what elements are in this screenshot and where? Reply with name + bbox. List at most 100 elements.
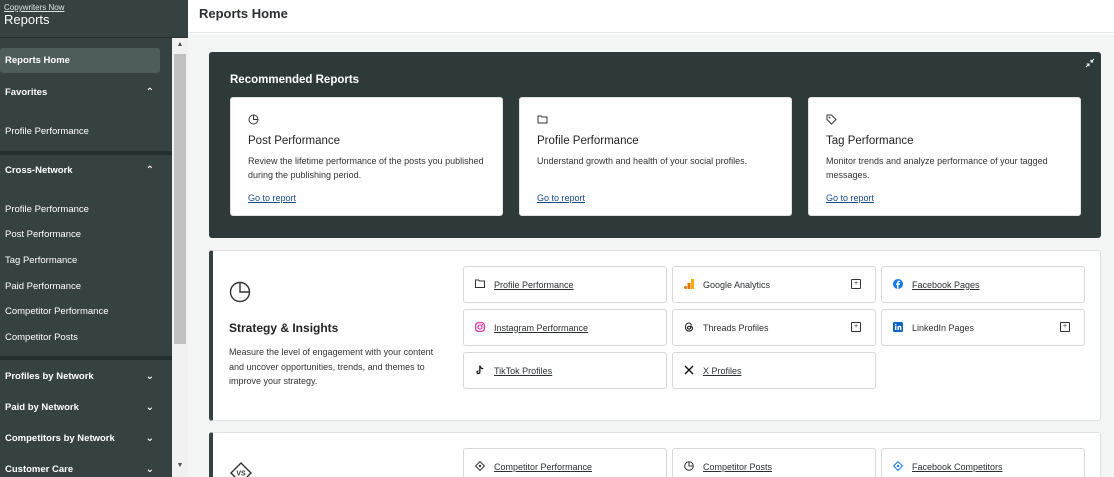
scroll-down-arrow-icon[interactable]: ▼ xyxy=(172,462,188,469)
sidebar-section-favorites[interactable]: Favorites ⌃ xyxy=(0,81,172,103)
link-label: Competitor Posts xyxy=(703,461,773,472)
scrollbar-thumb[interactable] xyxy=(174,54,186,344)
chevron-down-icon: ⌄ xyxy=(145,401,154,413)
org-link[interactable]: Copywriters Now xyxy=(4,3,184,12)
card-title: Profile Performance xyxy=(537,135,639,147)
sidebar-item-label: Competitor Posts xyxy=(5,331,78,343)
link-label: Competitor Performance xyxy=(494,461,593,472)
recommended-title: Recommended Reports xyxy=(230,74,360,86)
page-title: Reports Home xyxy=(199,6,288,21)
chevron-down-icon: ⌄ xyxy=(145,370,154,382)
sidebar-item-competitor-posts[interactable]: Competitor Posts xyxy=(0,326,172,348)
threads-icon xyxy=(683,321,695,334)
app-title: Reports xyxy=(4,12,50,27)
sidebar-section-profiles-by-network[interactable]: Profiles by Network ⌄ xyxy=(0,365,172,387)
link-facebook-pages[interactable]: Facebook Pages xyxy=(881,266,1085,303)
link-linkedin-pages[interactable]: LinkedIn Pages + xyxy=(881,309,1085,346)
sidebar-item-fav-profile-performance[interactable]: Profile Performance xyxy=(0,120,172,142)
pie-chart-icon xyxy=(683,460,695,473)
section-label: Customer Care xyxy=(5,463,74,475)
section-label: Favorites xyxy=(5,86,48,98)
link-google-analytics[interactable]: Google Analytics + xyxy=(672,266,876,303)
sidebar-item-competitor-performance[interactable]: Competitor Performance xyxy=(0,300,172,322)
link-label: Profile Performance xyxy=(494,279,574,290)
go-to-report-link[interactable]: Go to report xyxy=(826,193,874,203)
sidebar-section-cross-network[interactable]: Cross-Network ⌃ xyxy=(0,159,172,181)
chevron-up-icon: ⌃ xyxy=(145,86,154,98)
sidebar-item-label: Reports Home xyxy=(5,55,70,66)
link-label: Facebook Pages xyxy=(912,279,980,290)
recommended-card-tag-performance: Tag Performance Monitor trends and analy… xyxy=(808,97,1081,216)
external-link-icon: + xyxy=(851,322,861,332)
link-instagram-performance[interactable]: Instagram Performance xyxy=(463,309,667,346)
facebook-competitor-icon xyxy=(892,460,904,473)
tiktok-icon xyxy=(474,365,486,377)
sidebar-item-label: Paid Performance xyxy=(5,280,82,292)
section-label: Cross-Network xyxy=(5,164,73,176)
link-competitor-performance[interactable]: Competitor Performance xyxy=(463,448,667,477)
external-link-icon: + xyxy=(1060,322,1070,332)
section-label: Competitors by Network xyxy=(5,432,115,444)
facebook-icon xyxy=(892,278,904,291)
link-threads-profiles[interactable]: Threads Profiles + xyxy=(672,309,876,346)
nav-divider xyxy=(0,356,172,360)
sidebar-item-reports-home[interactable]: Reports Home xyxy=(0,48,160,73)
section-label: Paid by Network xyxy=(5,401,79,413)
section-title: Strategy & Insights xyxy=(229,321,339,335)
link-tiktok-profiles[interactable]: TikTok Profiles xyxy=(463,352,667,389)
chevron-down-icon: ⌄ xyxy=(145,432,154,444)
link-competitor-posts[interactable]: Competitor Posts xyxy=(672,448,876,477)
sidebar-section-competitors-by-network[interactable]: Competitors by Network ⌄ xyxy=(0,427,172,449)
sidebar-item-label: Tag Performance xyxy=(5,254,78,266)
sidebar-item-label: Profile Performance xyxy=(5,125,89,137)
link-profile-performance[interactable]: Profile Performance xyxy=(463,266,667,303)
card-description: Understand growth and health of your soc… xyxy=(537,156,748,166)
sidebar-item-label: Profile Performance xyxy=(5,203,89,215)
sidebar-section-paid-by-network[interactable]: Paid by Network ⌄ xyxy=(0,396,172,418)
main-content: Recommended Reports Post Performance Rev… xyxy=(188,34,1114,477)
recommended-card-post-performance: Post Performance Review the lifetime per… xyxy=(230,97,503,216)
nav-divider xyxy=(0,151,172,155)
link-label: LinkedIn Pages xyxy=(912,322,975,333)
google-analytics-icon xyxy=(683,278,695,291)
sidebar-item-label: Post Performance xyxy=(5,228,82,240)
sidebar-item-tag-performance[interactable]: Tag Performance xyxy=(0,249,172,271)
link-label: Google Analytics xyxy=(703,279,771,290)
link-label: TikTok Profiles xyxy=(494,365,553,376)
section-label: Profiles by Network xyxy=(5,370,94,382)
recommended-card-profile-performance: Profile Performance Understand growth an… xyxy=(519,97,792,216)
sidebar-section-customer-care[interactable]: Customer Care ⌄ xyxy=(0,458,172,477)
link-facebook-competitors[interactable]: Facebook Competitors xyxy=(881,448,1085,477)
card-description: Review the lifetime performance of the p… xyxy=(248,156,484,180)
card-title: Tag Performance xyxy=(826,135,914,147)
link-x-profiles[interactable]: X Profiles xyxy=(672,352,876,389)
chevron-up-icon: ⌃ xyxy=(145,164,154,176)
card-title: Post Performance xyxy=(248,135,341,147)
sidebar-item-profile-performance[interactable]: Profile Performance xyxy=(0,198,172,220)
sidebar-item-label: Competitor Performance xyxy=(5,305,109,317)
link-label: Instagram Performance xyxy=(494,322,589,333)
folder-icon xyxy=(537,114,548,127)
go-to-report-link[interactable]: Go to report xyxy=(248,193,296,203)
sidebar-scrollbar[interactable]: ▲ ▼ xyxy=(172,38,188,477)
tag-icon xyxy=(826,114,837,128)
section-description: Measure the level of engagement with you… xyxy=(229,347,434,386)
recommended-reports-panel: Recommended Reports Post Performance Rev… xyxy=(209,52,1101,238)
link-label: Facebook Competitors xyxy=(912,461,1003,472)
sidebar: Copywriters Now Reports Reports Home Fav… xyxy=(0,0,188,477)
link-label: X Profiles xyxy=(703,365,742,376)
linkedin-icon xyxy=(892,321,904,334)
card-description: Monitor trends and analyze performance o… xyxy=(826,156,1048,180)
sidebar-nav: Reports Home Favorites ⌃ Profile Performa… xyxy=(0,38,172,477)
collapse-icon[interactable] xyxy=(1085,58,1095,71)
chevron-down-icon: ⌄ xyxy=(145,463,154,475)
strategy-insights-section: Strategy & Insights Measure the level of… xyxy=(209,250,1101,421)
sidebar-item-paid-performance[interactable]: Paid Performance xyxy=(0,275,172,297)
sidebar-brand: Copywriters Now Reports xyxy=(0,0,188,38)
scroll-up-arrow-icon[interactable]: ▲ xyxy=(172,41,188,48)
pie-chart-icon xyxy=(229,281,251,306)
folder-icon xyxy=(474,279,486,290)
external-link-icon: + xyxy=(851,279,861,289)
sidebar-item-post-performance[interactable]: Post Performance xyxy=(0,223,172,245)
go-to-report-link[interactable]: Go to report xyxy=(537,193,585,203)
